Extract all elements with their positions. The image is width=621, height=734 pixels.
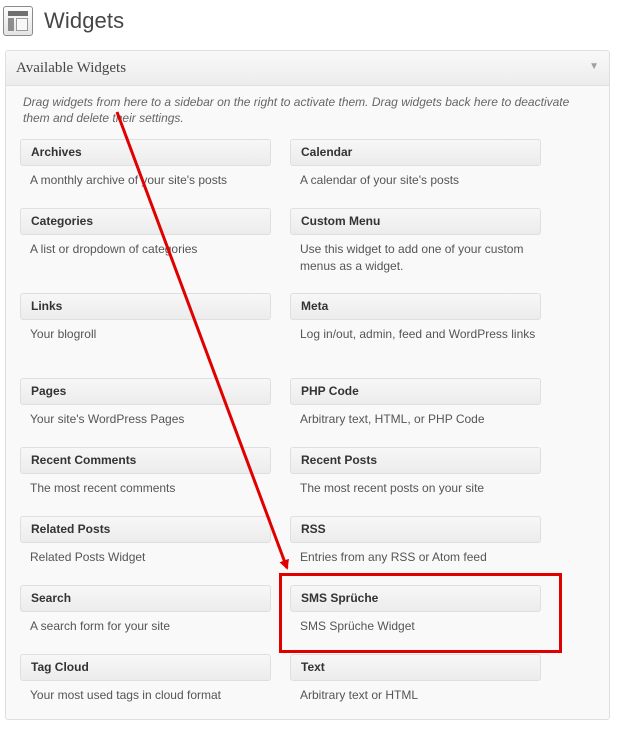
annotation-arrow xyxy=(115,111,289,570)
arrow-line xyxy=(115,111,289,570)
